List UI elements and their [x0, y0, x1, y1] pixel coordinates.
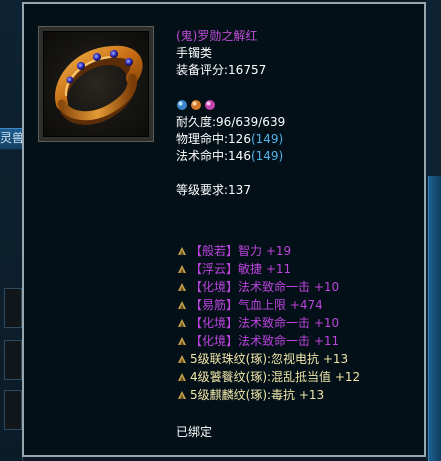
stat-text: 【化境】法术致命一击 +10 — [190, 280, 340, 294]
item-score: 装备评分:16757 — [176, 62, 426, 79]
item-score-label: 装备评分: — [176, 63, 229, 77]
rune-bullet-icon — [178, 319, 186, 327]
stat-text: 5级联珠纹(琢):忽视电抗 +13 — [190, 352, 349, 366]
rune-bullet-icon — [178, 391, 186, 399]
durability-value: 96/639/639 — [216, 115, 286, 129]
stat-text: 【浮云】敏捷 +11 — [190, 262, 292, 276]
item-tooltip: (鬼)罗勋之解红 手镯类 装备评分:16757 耐久度:96/639/639 物… — [22, 2, 426, 457]
rune-bullet-icon — [178, 337, 186, 345]
stat-line: 4级饕餮纹(琢):混乱抵当值 +12 — [176, 368, 426, 386]
stat-line: 5级联珠纹(琢):忽视电抗 +13 — [176, 350, 426, 368]
item-type: 手镯类 — [176, 46, 213, 60]
background-scrollbar[interactable] — [428, 176, 441, 461]
rune-bullet-icon — [178, 301, 186, 309]
durability-label: 耐久度: — [176, 115, 217, 129]
item-score-value: 16757 — [228, 63, 267, 77]
background-slot[interactable] — [4, 340, 22, 380]
gem-icon-orange — [191, 100, 201, 110]
physical-hit-label: 物理命中: — [176, 132, 229, 146]
stat-text: 【化境】法术致命一击 +10 — [190, 316, 340, 330]
stat-text: 【化境】法术致命一击 +11 — [190, 334, 340, 348]
item-info: (鬼)罗勋之解红 手镯类 装备评分:16757 耐久度:96/639/639 物… — [176, 28, 426, 199]
item-icon-frame — [38, 26, 154, 142]
background-slot[interactable] — [4, 288, 22, 328]
bracelet-graphic — [54, 45, 143, 125]
item-physical-hit: 物理命中:126(149) — [176, 131, 426, 148]
gem-icon-pink — [205, 100, 215, 110]
stat-line: 【般若】智力 +19 — [176, 242, 426, 260]
rune-bullet-icon — [178, 265, 186, 273]
magic-hit-bonus: (149) — [250, 149, 284, 163]
stat-line: 【化境】法术致命一击 +10 — [176, 278, 426, 296]
item-stats: 【般若】智力 +19 【浮云】敏捷 +11 【化境】法术致命一击 +10 【易筋… — [176, 242, 426, 404]
stat-line: 【易筋】气血上限 +474 — [176, 296, 426, 314]
stat-line: 【化境】法术致命一击 +11 — [176, 332, 426, 350]
background-slot-column — [0, 180, 23, 461]
magic-hit-label: 法术命中: — [176, 149, 229, 163]
background-slot[interactable] — [4, 390, 22, 430]
bound-status: 已绑定 — [176, 425, 213, 439]
gem-icons — [176, 96, 426, 114]
rune-bullet-icon — [178, 283, 186, 291]
rune-bullet-icon — [178, 247, 186, 255]
stat-line: 5级麒麟纹(琢):毒抗 +13 — [176, 386, 426, 404]
item-level-requirement: 等级要求:137 — [176, 182, 426, 199]
background-tab-label: 灵兽 — [0, 131, 25, 145]
physical-hit-bonus: (149) — [250, 132, 284, 146]
level-req-value: 137 — [228, 183, 251, 197]
level-req-label: 等级要求: — [176, 183, 229, 197]
stat-text: 【易筋】气血上限 +474 — [190, 298, 323, 312]
stat-line: 【浮云】敏捷 +11 — [176, 260, 426, 278]
stat-text: 【般若】智力 +19 — [190, 244, 292, 258]
physical-hit-value: 126 — [228, 132, 251, 146]
stat-text: 4级饕餮纹(琢):混乱抵当值 +12 — [190, 370, 361, 384]
rune-bullet-icon — [178, 355, 186, 363]
rune-bullet-icon — [178, 373, 186, 381]
stat-text: 5级麒麟纹(琢):毒抗 +13 — [190, 388, 325, 402]
item-magic-hit: 法术命中:146(149) — [176, 148, 426, 165]
item-durability: 耐久度:96/639/639 — [176, 114, 426, 131]
item-name: (鬼)罗勋之解红 — [176, 29, 258, 43]
gem-icon-blue — [177, 100, 187, 110]
stat-line: 【化境】法术致命一击 +10 — [176, 314, 426, 332]
magic-hit-value: 146 — [228, 149, 251, 163]
bracelet-icon — [43, 31, 149, 137]
